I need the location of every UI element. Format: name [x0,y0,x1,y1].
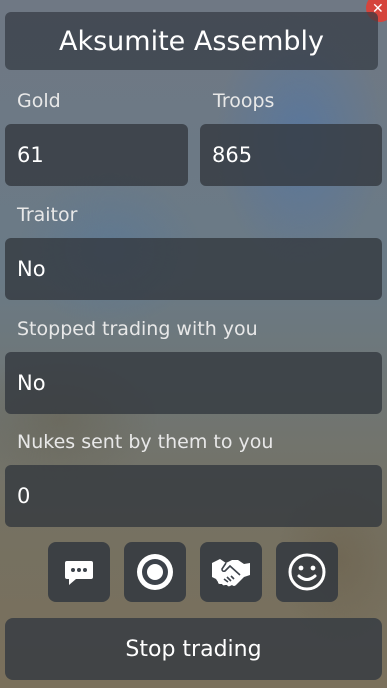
gold-value: 61 [17,143,44,167]
player-name: Aksumite Assembly [58,25,324,57]
traitor-value-box: No [5,238,382,300]
troops-value-box: 865 [200,124,382,186]
nukes-value: 0 [17,484,31,508]
stop-trading-button[interactable]: Stop trading [5,618,382,680]
emoji-icon [288,553,326,591]
chat-button[interactable] [48,542,110,602]
traitor-label: Traitor [17,204,78,226]
traitor-value: No [17,257,46,281]
chat-icon [65,561,93,585]
player-name-header: Aksumite Assembly [5,12,378,70]
alliance-button[interactable] [200,542,262,602]
target-icon [137,554,173,590]
handshake-icon [212,559,250,587]
target-button[interactable] [124,542,186,602]
nukes-label: Nukes sent by them to you [17,431,274,453]
stopped-trading-label: Stopped trading with you [17,318,258,340]
gold-label: Gold [17,90,61,112]
troops-value: 865 [212,143,253,167]
player-info-panel: ✕ Aksumite Assembly Gold Troops 61 865 T… [0,0,387,688]
stopped-trading-value: No [17,371,46,395]
nukes-value-box: 0 [5,465,382,527]
gold-value-box: 61 [5,124,188,186]
stop-trading-label: Stop trading [125,636,262,662]
emoji-button[interactable] [276,542,338,602]
stopped-trading-value-box: No [5,352,382,414]
troops-label: Troops [213,90,275,112]
